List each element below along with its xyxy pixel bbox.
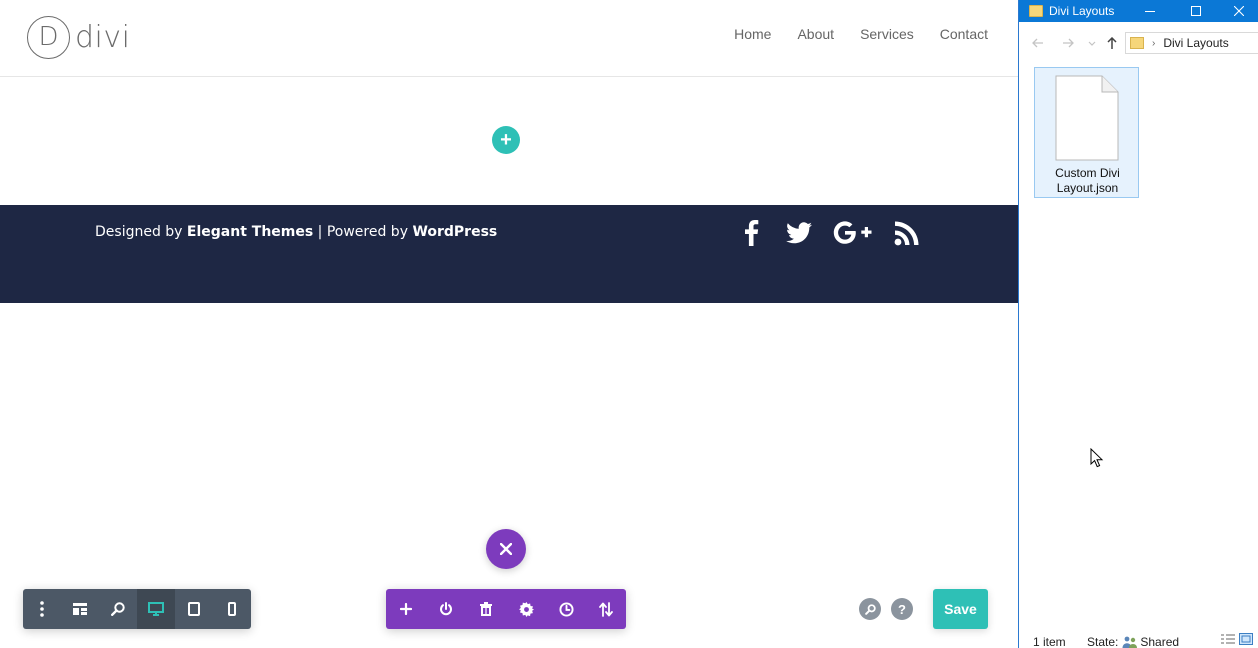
screen: D divi Home About Services Contact + Des… [0,0,1258,648]
state-value: Shared [1140,635,1180,648]
history-icon [558,601,574,617]
settings-button[interactable] [506,589,546,629]
close-settings-button[interactable] [486,529,526,569]
help-button[interactable]: ? [891,598,913,620]
rss-icon[interactable] [892,218,922,248]
main-navigation: Home About Services Contact [708,26,988,42]
maximize-icon [1191,6,1201,16]
power-button[interactable] [426,589,466,629]
status-bar: 1 item State: Shared [1019,632,1258,648]
window-title: Divi Layouts [1049,4,1115,18]
close-icon [1234,6,1244,16]
add-section-button[interactable]: + [492,126,520,154]
arrow-right-icon [1063,38,1074,48]
zoom-button[interactable] [99,589,137,629]
phone-view-icon [228,602,236,616]
wireframe-view-icon [73,603,87,615]
footer-credits: Designed by Elegant Themes | Powered by … [95,224,497,240]
add-icon [400,603,412,615]
up-button[interactable] [1103,34,1121,52]
site-header: D divi Home About Services Contact [0,0,1018,77]
file-explorer-window: Divi Layouts › Divi Layouts Custom Divi … [1018,0,1258,648]
twitter-icon[interactable] [784,218,814,248]
details-view-icon[interactable] [1221,633,1235,645]
find-replace-button[interactable] [859,598,881,620]
facebook-icon[interactable] [736,218,766,248]
history-button[interactable] [546,589,586,629]
address-bar[interactable]: › Divi Layouts [1125,32,1258,54]
item-count: 1 item [1033,635,1066,648]
explorer-navigation-bar: › Divi Layouts [1019,30,1258,56]
more-options-icon [40,601,44,617]
google-plus-icon[interactable] [832,218,874,248]
portability-button[interactable] [586,589,626,629]
builder-view-toolbar [23,589,251,629]
nav-item-contact[interactable]: Contact [940,26,988,42]
nav-item-home[interactable]: Home [734,26,771,42]
tablet-view-button[interactable] [175,589,213,629]
divi-builder-page: D divi Home About Services Contact + Des… [0,0,1018,648]
social-icons [736,218,940,248]
back-button[interactable] [1029,34,1047,52]
logo-mark: D [27,15,70,59]
trash-button[interactable] [466,589,506,629]
mouse-cursor-icon [1090,448,1104,468]
forward-button[interactable] [1059,34,1077,52]
shared-users-icon [1122,636,1138,648]
desktop-view-button[interactable] [137,589,175,629]
save-button[interactable]: Save [933,589,988,629]
file-icon [1055,75,1119,161]
nav-item-about[interactable]: About [797,26,834,42]
builder-page-toolbar [386,589,626,629]
close-icon [500,543,512,555]
tablet-view-icon [188,602,200,616]
chevron-down-icon [1088,41,1096,46]
add-button[interactable] [386,589,426,629]
add-section-symbol: + [500,129,512,151]
recent-locations-button[interactable] [1083,34,1101,52]
phone-view-button[interactable] [213,589,251,629]
file-name: Custom Divi Layout.json [1055,166,1120,195]
wireframe-view-button[interactable] [61,589,99,629]
credit-prefix: Designed by [95,224,187,240]
credit-mid: | Powered by [313,224,413,240]
site-footer: Designed by Elegant Themes | Powered by … [0,205,1018,303]
nav-item-services[interactable]: Services [860,26,914,42]
trash-icon [480,602,492,616]
credit-cms-link[interactable]: WordPress [412,224,497,240]
chevron-right-icon: › [1152,37,1156,49]
power-icon [440,602,452,616]
close-window-button[interactable] [1219,0,1258,22]
large-icons-view-icon[interactable] [1239,633,1253,645]
address-path: Divi Layouts [1163,36,1229,50]
credit-brand-link[interactable]: Elegant Themes [187,224,313,240]
more-options-button[interactable] [23,589,61,629]
minimize-button[interactable] [1127,0,1173,22]
minimize-icon [1145,11,1155,12]
desktop-view-icon [148,602,164,616]
arrow-up-icon [1107,37,1117,49]
zoom-icon [111,602,125,616]
file-item[interactable]: Custom Divi Layout.json [1034,67,1139,198]
window-titlebar[interactable]: Divi Layouts [1019,0,1258,22]
arrow-left-icon [1032,38,1043,48]
state-label: State: [1087,635,1119,648]
folder-icon [1029,5,1043,17]
maximize-button[interactable] [1173,0,1219,22]
view-switcher [1221,633,1253,645]
site-logo[interactable]: D divi [27,15,130,59]
settings-icon [518,601,534,617]
search-icon [864,603,876,615]
folder-icon [1130,37,1144,49]
logo-text: divi [75,19,131,55]
sort-icon [599,601,613,617]
share-state: State: Shared [1087,635,1179,648]
help-icon: ? [898,601,906,617]
